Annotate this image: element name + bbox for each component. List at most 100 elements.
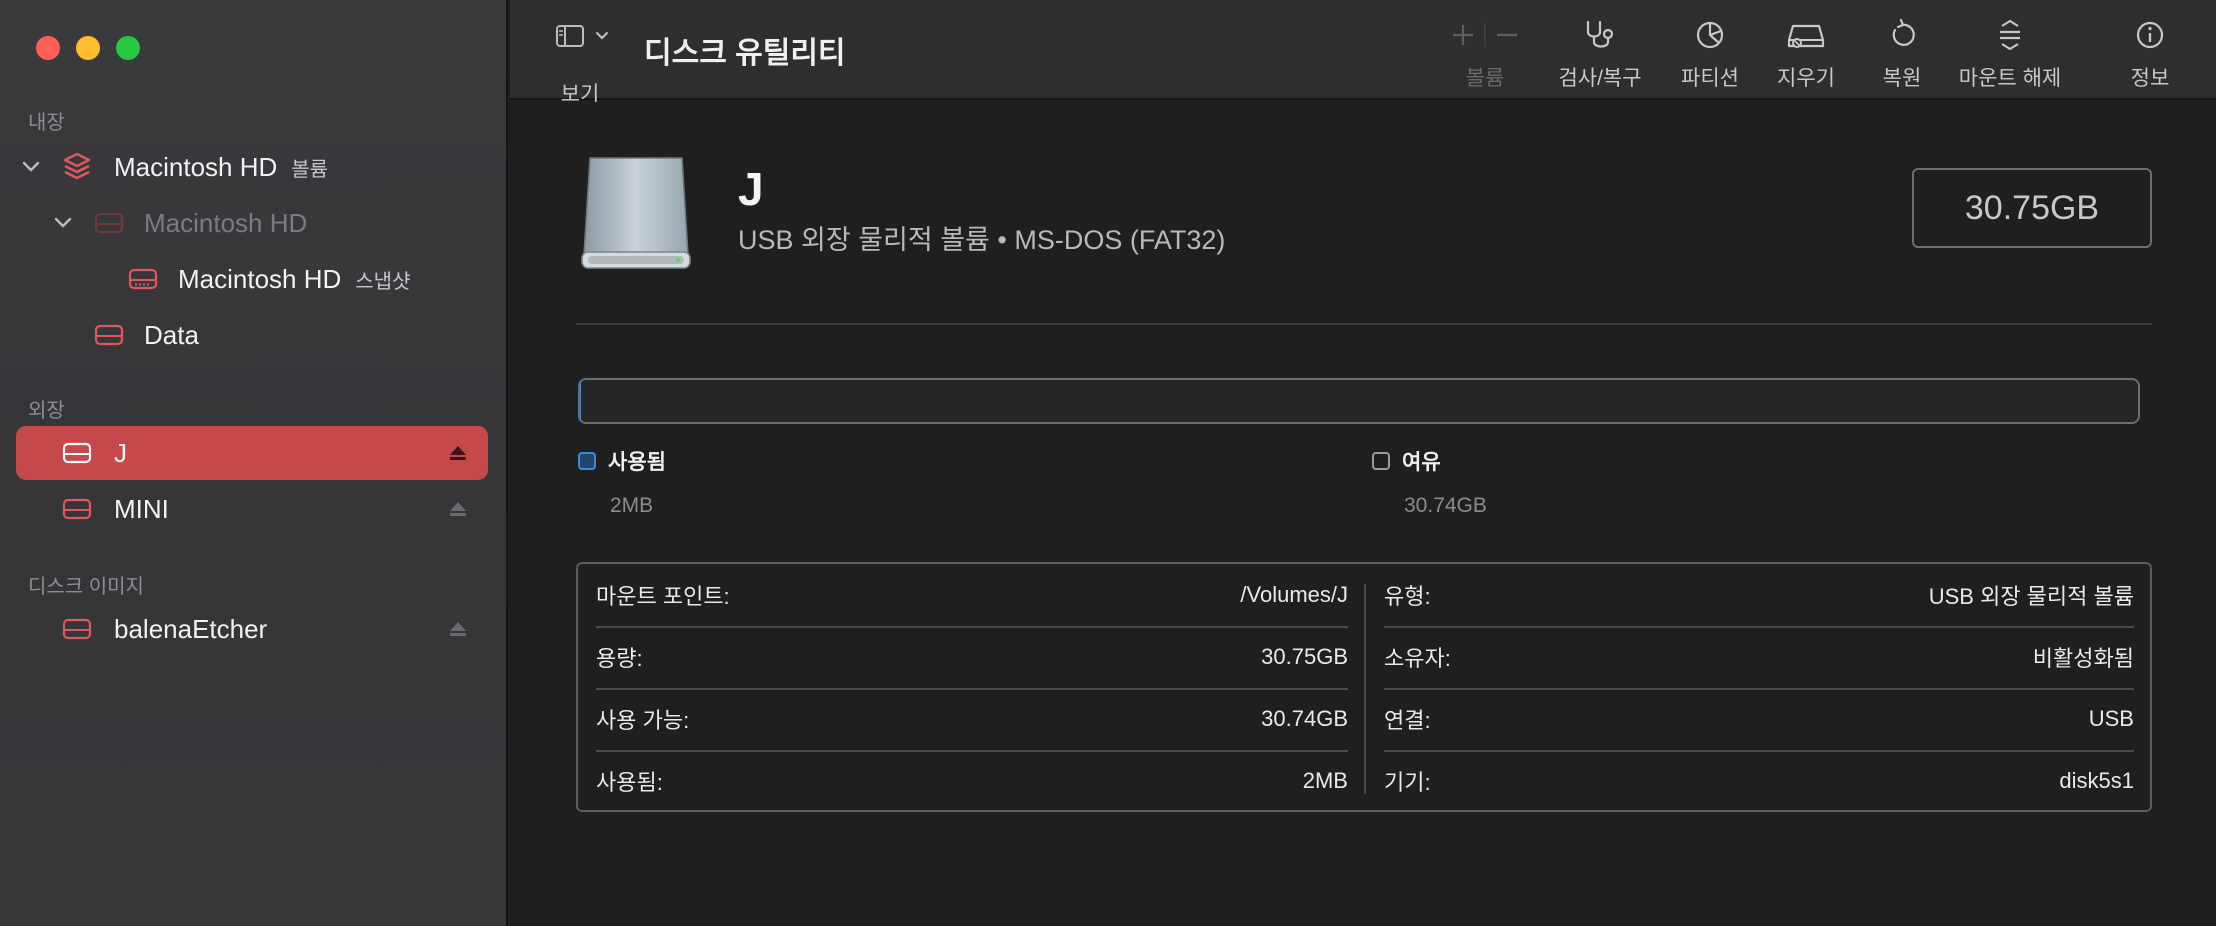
info-key: 용량: xyxy=(596,646,643,671)
disk-icon xyxy=(94,212,124,234)
info-key: 사용됨: xyxy=(596,770,663,795)
info-column-left: 마운트 포인트: /Volumes/J 용량: 30.75GB 사용 가능: 3… xyxy=(578,564,1366,810)
used-label: 사용됨 xyxy=(608,451,666,474)
sidebar-item-mini[interactable]: MINI xyxy=(16,482,488,536)
view-button[interactable]: 보기 xyxy=(550,22,620,106)
info-key: 마운트 포인트: xyxy=(596,584,730,609)
info-row-owner: 소유자: 비활성화됨 xyxy=(1384,626,2134,688)
item-subtitle: 볼륨 xyxy=(291,158,329,181)
info-row-available: 사용 가능: 30.74GB xyxy=(596,688,1348,750)
window-title: 디스크 유틸리티 xyxy=(644,37,846,70)
info-value: 비활성화됨 xyxy=(2032,646,2134,671)
unmount-icon xyxy=(2000,19,2020,51)
layers-icon xyxy=(62,151,92,186)
close-window-button[interactable] xyxy=(36,36,60,60)
info-value: 30.74GB xyxy=(1261,706,1348,731)
volume-label: 볼륨 xyxy=(1465,67,1505,90)
info-row-connection: 연결: USB xyxy=(1384,688,2134,750)
item-subtitle: 스냅샷 xyxy=(355,270,411,293)
sidebar-item-macintosh-hd-snapshot[interactable]: Macintosh HD 스냅샷 xyxy=(16,252,488,306)
info-button[interactable]: 정보 xyxy=(2110,18,2190,92)
minimize-window-button[interactable] xyxy=(76,36,100,60)
info-row-used: 사용됨: 2MB xyxy=(596,750,1348,812)
first-aid-label: 검사/복구 xyxy=(1558,67,1642,90)
erase-disk-icon xyxy=(1787,24,1825,48)
external-drive-icon xyxy=(578,154,694,272)
capacity-badge: 30.75GB xyxy=(1912,168,2152,248)
disk-icon xyxy=(128,268,158,290)
sidebar-item-balenaetcher[interactable]: balenaEtcher xyxy=(16,602,488,656)
volume-name: J xyxy=(738,163,764,215)
usage-bar xyxy=(578,378,2140,424)
toolbar: 보기 디스크 유틸리티 볼륨 검사/복구 파티션 지우기 복원 마운트 해제 정… xyxy=(510,0,2216,106)
chevron-down-icon[interactable] xyxy=(52,212,74,234)
info-icon xyxy=(2136,21,2164,49)
stethoscope-icon xyxy=(1586,20,1614,48)
first-aid-button[interactable]: 검사/복구 xyxy=(1540,18,1660,92)
restore-label: 복원 xyxy=(1882,67,1922,90)
info-key: 소유자: xyxy=(1384,646,1451,671)
pie-chart-icon xyxy=(1696,21,1724,49)
item-name: Macintosh HD xyxy=(114,151,278,182)
zoom-window-button[interactable] xyxy=(116,36,140,60)
disk-icon xyxy=(62,442,92,464)
info-key: 유형: xyxy=(1384,584,1431,609)
section-label-internal: 내장 xyxy=(28,112,65,134)
legend-free: 여유 30.74GB xyxy=(1372,446,1487,518)
unmount-label: 마운트 해제 xyxy=(1958,67,2062,90)
eject-icon[interactable] xyxy=(448,444,468,462)
chevron-down-icon[interactable] xyxy=(20,156,42,178)
header-divider xyxy=(576,323,2152,325)
sidebar-item-label: Macintosh HD xyxy=(144,207,308,238)
info-table: 마운트 포인트: /Volumes/J 용량: 30.75GB 사용 가능: 3… xyxy=(576,562,2152,812)
section-label-external: 외장 xyxy=(28,400,65,422)
disk-icon xyxy=(94,324,124,346)
info-value: USB 외장 물리적 볼륨 xyxy=(1928,584,2134,609)
sidebar-item-macintosh-hd-container[interactable]: Macintosh HD xyxy=(16,196,488,250)
detail-pane: J USB 외장 물리적 볼륨 • MS-DOS (FAT32) 30.75GB… xyxy=(510,102,2216,926)
eject-icon[interactable] xyxy=(448,500,468,518)
sidebar-item-label: J xyxy=(114,437,127,468)
window-controls xyxy=(36,36,140,60)
info-value: 2MB xyxy=(1302,768,1348,793)
info-row-capacity: 용량: 30.75GB xyxy=(596,626,1348,688)
info-key: 기기: xyxy=(1384,770,1431,795)
section-label-disk-images: 디스크 이미지 xyxy=(28,576,144,598)
disk-icon xyxy=(62,618,92,640)
eject-icon[interactable] xyxy=(448,620,468,638)
sidebar-item-label: Macintosh HD 볼륨 xyxy=(114,152,328,183)
info-value: 30.75GB xyxy=(1261,644,1348,669)
erase-button[interactable]: 지우기 xyxy=(1756,18,1856,92)
partition-button[interactable]: 파티션 xyxy=(1660,18,1760,92)
unmount-button[interactable]: 마운트 해제 xyxy=(1940,18,2080,92)
item-name: Macintosh HD xyxy=(178,263,342,294)
info-row-device: 기기: disk5s1 xyxy=(1384,750,2134,812)
info-label: 정보 xyxy=(2130,67,2170,90)
sidebar-item-label: balenaEtcher xyxy=(114,613,268,644)
sidebar-item-data[interactable]: Data xyxy=(16,308,488,362)
info-value: disk5s1 xyxy=(2059,768,2134,793)
sidebar-item-label: Data xyxy=(144,319,199,350)
sidebar: 내장 Macintosh HD 볼륨 Macintosh HD Macintos… xyxy=(0,0,508,926)
disk-icon xyxy=(62,498,92,520)
sidebar-item-macintosh-hd-volume-group[interactable]: Macintosh HD 볼륨 xyxy=(16,140,488,194)
erase-label: 지우기 xyxy=(1777,67,1835,90)
volume-description: USB 외장 물리적 볼륨 • MS-DOS (FAT32) xyxy=(738,225,1226,255)
legend-used: 사용됨 2MB xyxy=(578,446,666,518)
sidebar-item-label: MINI xyxy=(114,493,169,524)
info-row-type: 유형: USB 외장 물리적 볼륨 xyxy=(1384,564,2134,626)
info-value: /Volumes/J xyxy=(1240,582,1348,607)
restore-button[interactable]: 복원 xyxy=(1852,18,1952,92)
info-key: 연결: xyxy=(1384,708,1431,733)
sidebar-item-label: Macintosh HD 스냅샷 xyxy=(178,264,410,295)
free-label: 여유 xyxy=(1402,451,1441,474)
info-column-right: 유형: USB 외장 물리적 볼륨 소유자: 비활성화됨 연결: USB 기기:… xyxy=(1366,564,2152,810)
sidebar-toggle-icon xyxy=(556,25,609,47)
info-row-mount-point: 마운트 포인트: /Volumes/J xyxy=(596,564,1348,626)
used-value: 2MB xyxy=(610,494,654,517)
info-key: 사용 가능: xyxy=(596,708,690,733)
volume-add-remove: 볼륨 xyxy=(1430,18,1540,92)
sidebar-item-j[interactable]: J xyxy=(16,426,488,480)
used-swatch xyxy=(578,452,596,470)
free-swatch xyxy=(1372,452,1390,470)
